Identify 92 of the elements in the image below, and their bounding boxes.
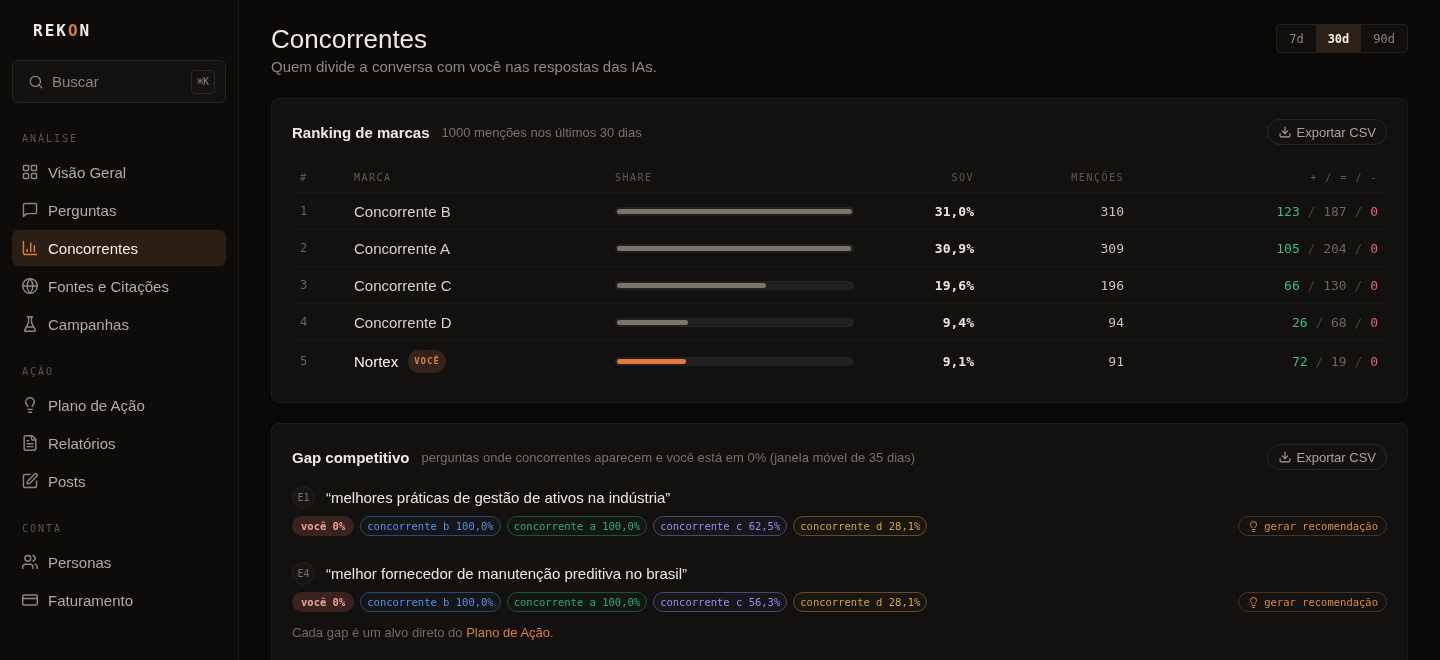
rank-number: 2 <box>300 241 308 255</box>
card-subtitle: 1000 menções nos últimos 30 dias <box>441 124 642 140</box>
rank-number: 4 <box>300 315 308 329</box>
nav-item[interactable]: Campanhas <box>12 306 226 342</box>
nav-item[interactable]: Perguntas <box>12 192 226 228</box>
mentions-count: 309 <box>1100 240 1124 256</box>
mention-tag: concorrente a 100,0% <box>506 516 648 536</box>
card-title: Ranking de marcas <box>292 123 430 141</box>
shortcut-key: ⌘K <box>190 69 215 94</box>
lightbulb-icon <box>22 397 38 413</box>
period-tab[interactable]: 7d <box>1277 25 1316 52</box>
download-icon <box>1278 451 1291 463</box>
nav-item[interactable]: Concorrentes <box>12 230 226 266</box>
globe-icon <box>22 278 38 294</box>
mention-tag: concorrente b 100,0% <box>360 516 501 536</box>
mention-breakdown: 26 / 68 / 0 <box>1291 314 1378 330</box>
nav-item[interactable]: Relatórios <box>12 425 226 461</box>
mention-tag: concorrente c 62,5% <box>653 516 788 536</box>
mention-breakdown: 123 / 187 / 0 <box>1276 203 1378 219</box>
column-header: MENÇÕES <box>1071 172 1124 183</box>
nav-item[interactable]: Plano de Ação <box>12 387 226 423</box>
column-header: MARCA <box>354 172 392 183</box>
flask-icon <box>22 316 38 332</box>
search-input[interactable]: Buscar <box>52 71 182 92</box>
brand-name: Concorrente B <box>354 202 451 220</box>
sov-value: 9,4% <box>942 314 974 330</box>
question-id-badge: E1 <box>292 486 315 509</box>
brand-name: Concorrente D <box>354 313 452 331</box>
lightbulb-icon <box>1248 596 1260 608</box>
mention-breakdown: 105 / 204 / 0 <box>1276 240 1378 256</box>
grid-icon <box>22 164 38 180</box>
search-icon <box>29 74 43 89</box>
column-header: + / = / - <box>1310 172 1378 183</box>
recommendation-button[interactable]: gerar recomendação <box>1238 592 1387 612</box>
question-id-badge: E4 <box>292 562 315 585</box>
mentions-count: 310 <box>1100 203 1124 219</box>
people-icon <box>22 554 38 570</box>
nav-item[interactable]: Personas <box>12 544 226 580</box>
sov-value: 31,0% <box>934 203 974 219</box>
document-icon <box>22 435 38 451</box>
mention-tag: concorrente d 28,1% <box>793 516 928 536</box>
export-button[interactable]: Exportar CSV <box>1266 119 1387 145</box>
card-title: Gap competitivo <box>292 448 410 466</box>
rank-number: 1 <box>300 204 308 218</box>
bar-chart-icon <box>22 240 38 256</box>
card-subtitle: perguntas onde concorrentes aparecem e você está em 0% (janela móvel de 35 dias) <box>421 449 916 465</box>
rank-number: 5 <box>300 354 308 368</box>
mention-tag: você 0% <box>292 516 355 536</box>
export-button[interactable]: Exportar CSV <box>1266 444 1387 470</box>
section-label: AÇÃO <box>22 365 55 379</box>
brand-name: Concorrente C <box>354 276 452 294</box>
nav-item[interactable]: Fontes e Citações <box>12 268 226 304</box>
column-header: # <box>300 172 308 183</box>
column-header: SHARE <box>615 172 653 183</box>
mention-tag: você 0% <box>292 592 355 612</box>
page-title: Concorrentes <box>271 24 428 54</box>
brand-name: Concorrente A <box>354 239 450 257</box>
nav-item[interactable]: Visão Geral <box>12 154 226 190</box>
section-label: CONTA <box>22 522 63 536</box>
mention-tag: concorrente c 56,3% <box>653 592 788 612</box>
mentions-count: 94 <box>1108 314 1124 330</box>
column-header: SOV <box>951 172 974 183</box>
mention-tag: concorrente d 28,1% <box>793 592 928 612</box>
page-subtitle: Quem divide a conversa com você nas respostas das IAs. <box>271 58 657 76</box>
you-badge: VOCÊ <box>408 349 446 373</box>
mentions-count: 196 <box>1100 277 1124 293</box>
sov-value: 30,9% <box>934 240 974 256</box>
footer-note: Cada gap é um alvo direto do Plano de Ação. <box>292 625 554 641</box>
question-text: “melhores práticas de gestão de ativos na indústria” <box>326 489 671 506</box>
period-tab[interactable]: 90d <box>1361 25 1407 52</box>
search-field[interactable]: Buscar ⌘K <box>12 60 226 103</box>
section-label: ANÁLISE <box>22 132 79 146</box>
download-icon <box>1278 126 1291 138</box>
mention-breakdown: 72 / 19 / 0 <box>1291 353 1378 369</box>
nav-item[interactable]: Posts <box>12 463 226 499</box>
sov-value: 19,6% <box>934 277 974 293</box>
pencil-square-icon <box>22 473 38 489</box>
brand-name: Nortex <box>354 352 399 370</box>
question-text: “melhor fornecedor de manutenção preditiva no brasil” <box>326 565 688 582</box>
recommendation-button[interactable]: gerar recomendação <box>1238 516 1387 536</box>
logo: REKON <box>33 20 92 42</box>
mention-breakdown: 66 / 130 / 0 <box>1284 277 1378 293</box>
lightbulb-icon <box>1248 520 1260 532</box>
sov-value: 9,1% <box>942 353 974 369</box>
mentions-count: 91 <box>1108 353 1124 369</box>
chat-bubble-icon <box>22 202 38 218</box>
mention-tag: concorrente b 100,0% <box>360 592 501 612</box>
credit-card-icon <box>22 592 38 608</box>
nav-item[interactable]: Faturamento <box>12 582 226 618</box>
mention-tag: concorrente a 100,0% <box>506 592 648 612</box>
period-tab[interactable]: 30d <box>1315 25 1362 52</box>
rank-number: 3 <box>300 278 308 292</box>
